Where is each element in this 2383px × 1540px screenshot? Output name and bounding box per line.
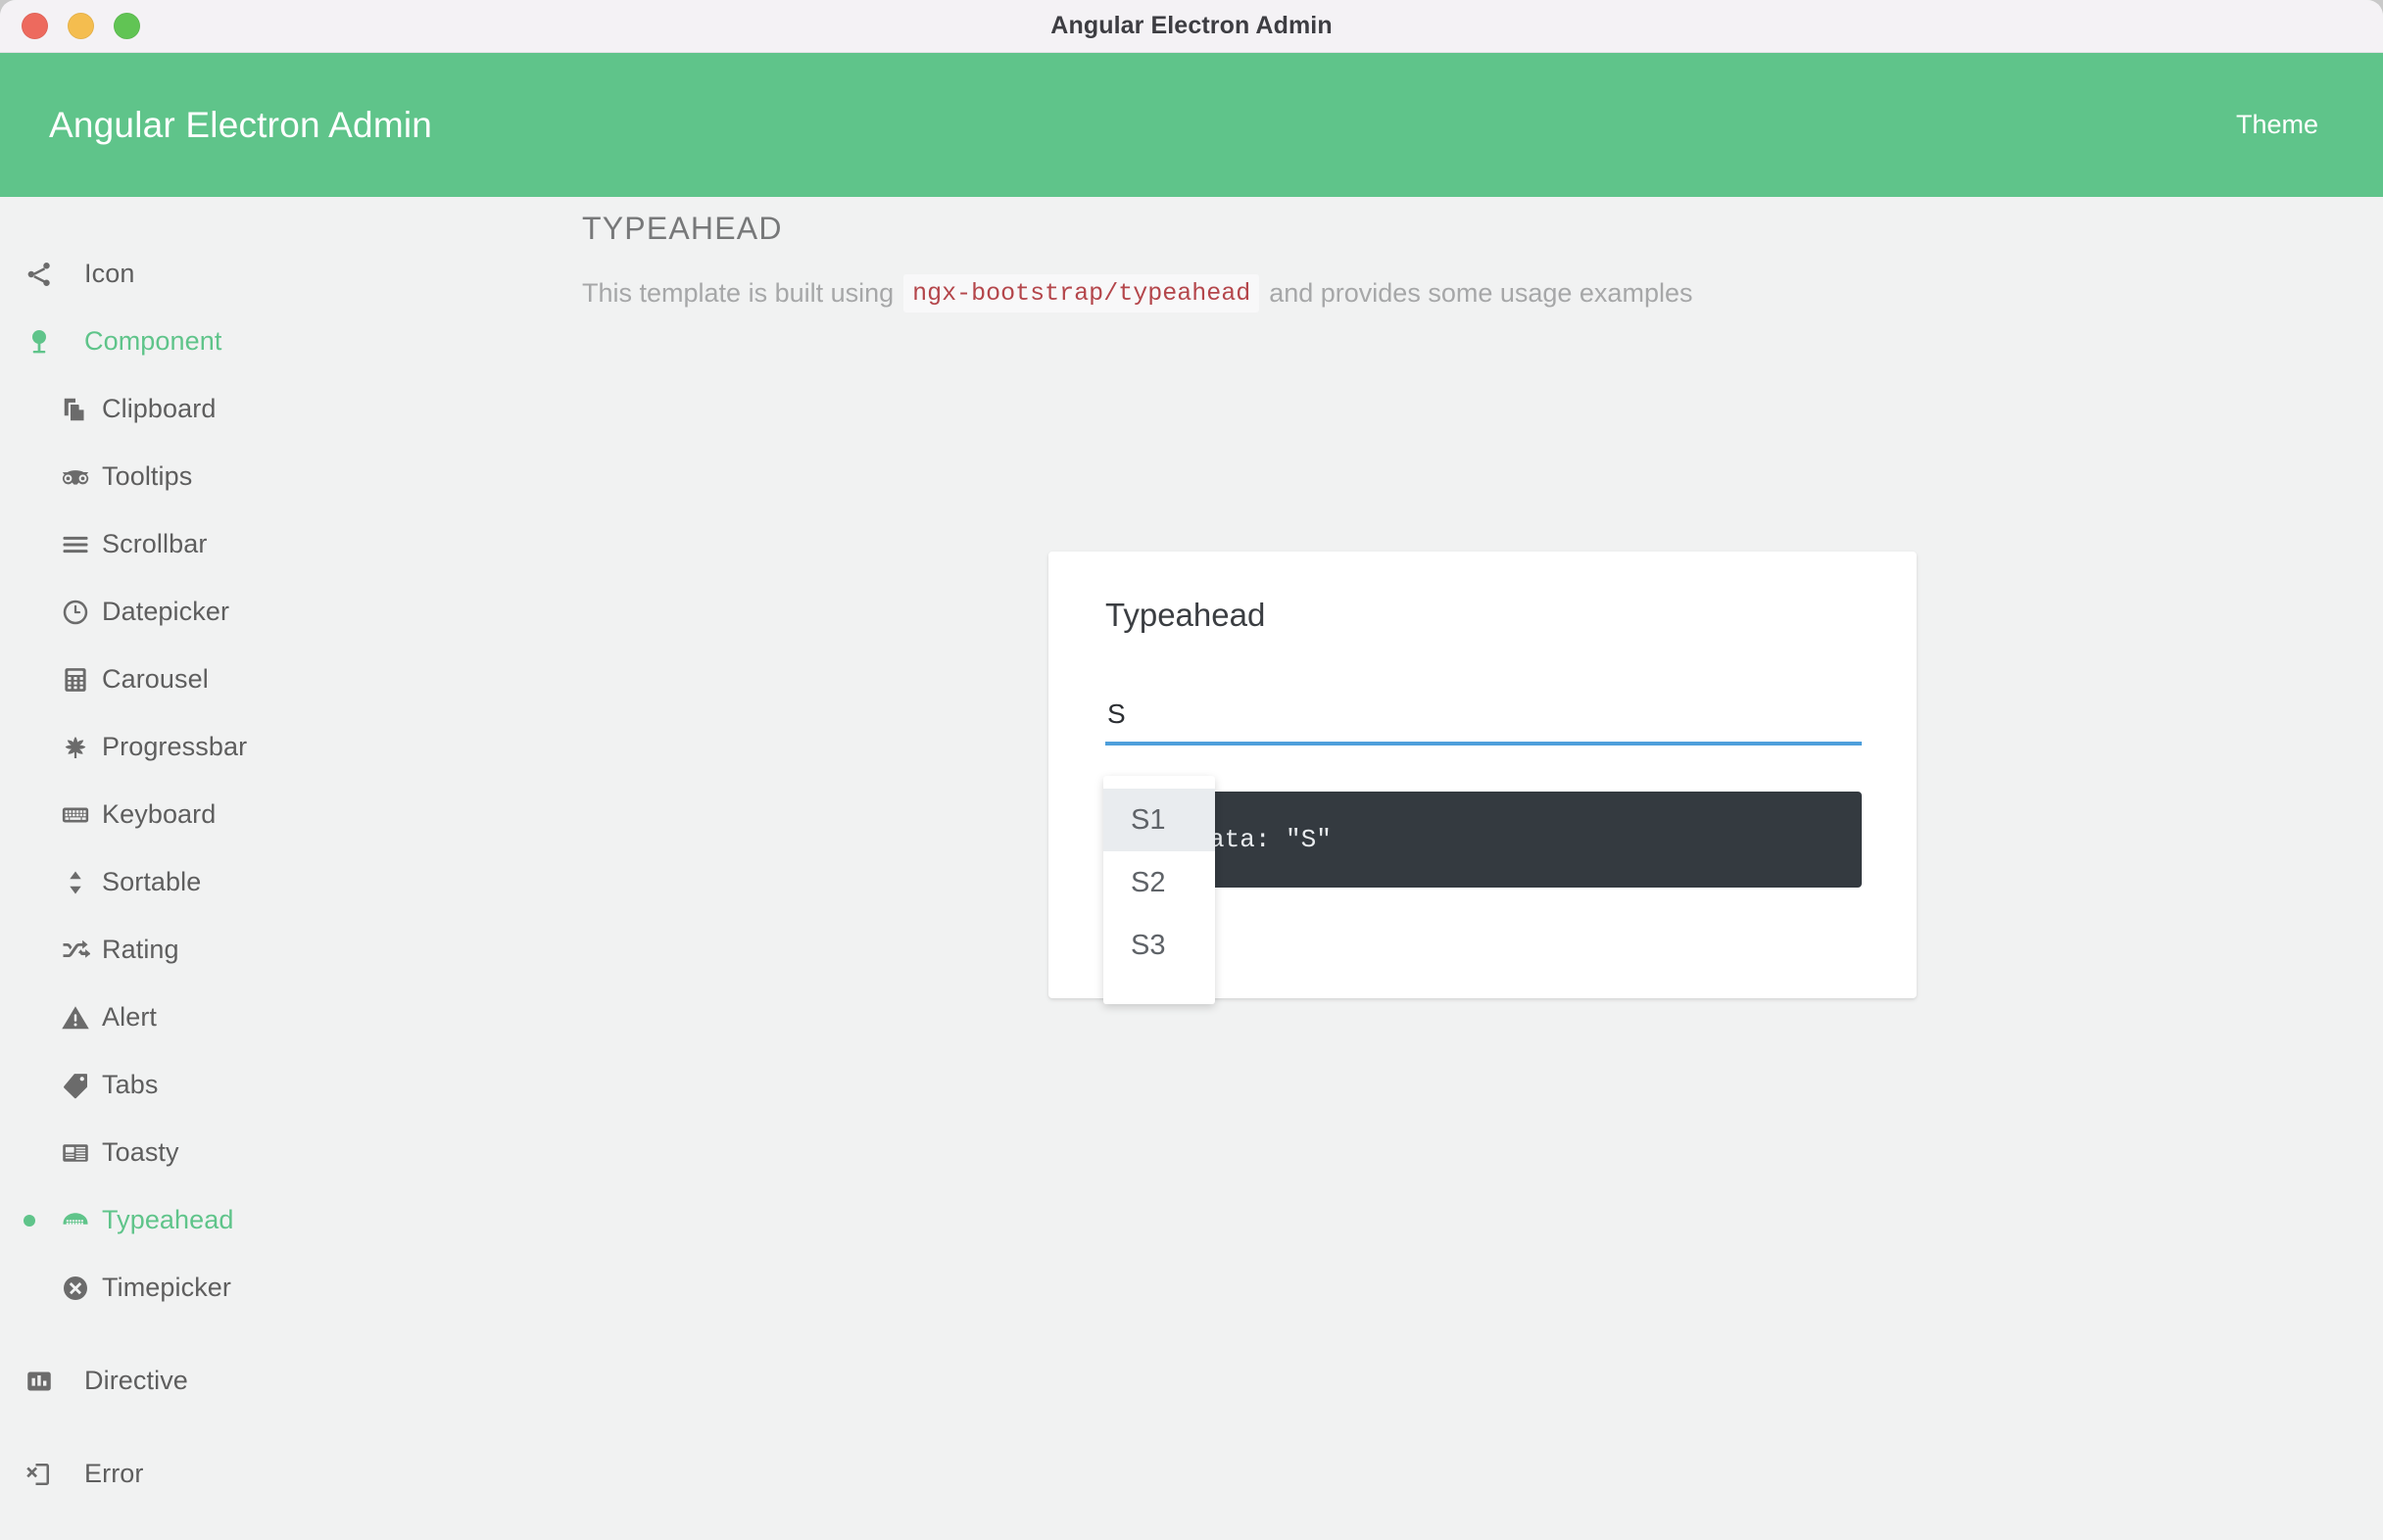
app-window: Angular Electron Admin Angular Electron …	[0, 0, 2383, 1540]
sidebar-item-label: Keyboard	[102, 799, 217, 829]
page-subtitle-after: and provides some usage examples	[1269, 278, 1693, 308]
sidebar-item-label: Datepicker	[102, 597, 230, 626]
sidebar-item-label: Alert	[102, 1002, 158, 1032]
sidebar-item-sortable[interactable]: Sortable	[0, 848, 519, 916]
body-row: Icon Component Clipboard Tooltips Scrollbar D…	[0, 197, 2383, 1540]
nav-group-spacer	[0, 1322, 519, 1347]
typeahead-input[interactable]	[1105, 695, 1862, 746]
sidebar-item-label: Rating	[102, 935, 179, 964]
active-bullet-icon	[24, 1214, 35, 1227]
sidebar-item-label: Carousel	[102, 664, 209, 694]
sidebar-item-alert[interactable]: Alert	[0, 984, 519, 1051]
share-icon	[14, 260, 65, 289]
sidebar-item-label: Scrollbar	[102, 529, 208, 558]
leaf-icon	[61, 733, 94, 762]
main-content: TYPEAHEAD This template is built using n…	[519, 197, 2383, 1540]
sidebar-item-label: Tabs	[102, 1070, 159, 1099]
sidebar-item-label: Directive	[84, 1366, 188, 1395]
sidebar-item-datepicker[interactable]: Datepicker	[0, 578, 519, 646]
app-brand-title: Angular Electron Admin	[49, 104, 433, 145]
sidebar-item-label: Tooltips	[102, 461, 193, 491]
page-subtitle: This template is built using ngx-bootstr…	[582, 274, 2383, 313]
sidebar-item-label: Clipboard	[102, 394, 217, 423]
page-subtitle-before: This template is built using	[582, 278, 895, 308]
tree-icon	[14, 327, 65, 357]
typeahead-option-s2[interactable]: S2	[1103, 851, 1215, 914]
sidebar-item-rating[interactable]: Rating	[0, 916, 519, 984]
traffic-lights	[22, 0, 140, 52]
page-header: TYPEAHEAD This template is built using n…	[519, 197, 2383, 313]
sidebar-item-label: Error	[84, 1459, 144, 1488]
sidebar-item-scrollbar[interactable]: Scrollbar	[0, 510, 519, 578]
sidebar-item-label: Typeahead	[102, 1205, 234, 1234]
sidebar-item-directive[interactable]: Directive	[0, 1347, 519, 1415]
app-header: Angular Electron Admin Theme	[0, 53, 2383, 197]
warning-icon	[61, 1003, 94, 1033]
typeahead-option-s1[interactable]: S1	[1103, 789, 1215, 851]
sidebar-item-label: Progressbar	[102, 732, 248, 761]
minimize-window-button[interactable]	[68, 13, 94, 39]
mobile-x-icon	[14, 1460, 65, 1489]
sidebar-item-progressbar[interactable]: Progressbar	[0, 713, 519, 781]
package-name-badge: ngx-bootstrap/typeahead	[903, 274, 1260, 313]
chart-bar-icon	[14, 1367, 65, 1396]
calculator-icon	[61, 665, 94, 695]
shuffle-icon	[61, 936, 94, 965]
nav-group-spacer	[0, 1415, 519, 1440]
sidebar-item-carousel[interactable]: Carousel	[0, 646, 519, 713]
sidebar-item-icon[interactable]: Icon	[0, 240, 519, 308]
sidebar-item-label: Icon	[84, 259, 135, 288]
typeahead-dropdown[interactable]: S1 S2 S3	[1103, 776, 1215, 1004]
sidebar-item-timepicker[interactable]: Timepicker	[0, 1254, 519, 1322]
newspaper-icon	[61, 1138, 94, 1168]
sidebar-item-label: Toasty	[102, 1137, 179, 1167]
clipboard-icon	[61, 395, 94, 424]
sidebar-item-tooltips[interactable]: Tooltips	[0, 443, 519, 510]
sidebar-item-label: Component	[84, 326, 222, 356]
window-title: Angular Electron Admin	[1050, 12, 1333, 39]
window-titlebar: Angular Electron Admin	[0, 0, 2383, 53]
sidebar-item-clipboard[interactable]: Clipboard	[0, 375, 519, 443]
sidebar-item-tabs[interactable]: Tabs	[0, 1051, 519, 1119]
keyboard-icon	[61, 800, 94, 830]
theme-button[interactable]: Theme	[2220, 100, 2334, 150]
maximize-window-button[interactable]	[114, 13, 140, 39]
keyboard-alt-icon	[61, 1206, 94, 1235]
close-window-button[interactable]	[22, 13, 48, 39]
sidebar-item-label: Sortable	[102, 867, 202, 896]
sidebar-item-component[interactable]: Component	[0, 308, 519, 375]
tag-icon	[61, 1071, 94, 1100]
bars-icon	[61, 530, 94, 559]
sidebar: Icon Component Clipboard Tooltips Scrollbar D…	[0, 197, 519, 1540]
page-title: TYPEAHEAD	[582, 211, 783, 246]
sidebar-item-error[interactable]: Error	[0, 1440, 519, 1508]
clock-icon	[61, 598, 94, 627]
sidebar-item-typeahead[interactable]: Typeahead	[0, 1186, 519, 1254]
card-title: Typeahead	[1105, 597, 1266, 633]
typeahead-option-s3[interactable]: S3	[1103, 914, 1215, 977]
sidebar-item-label: Timepicker	[102, 1273, 232, 1302]
sidebar-item-toasty[interactable]: Toasty	[0, 1119, 519, 1186]
tripadvisor-icon	[61, 462, 94, 492]
typeahead-field	[1105, 695, 1862, 746]
selected-data-output: ted data: "S"	[1105, 792, 1862, 888]
times-circle-icon	[61, 1274, 94, 1303]
sort-icon	[61, 868, 94, 897]
sidebar-item-keyboard[interactable]: Keyboard	[0, 781, 519, 848]
